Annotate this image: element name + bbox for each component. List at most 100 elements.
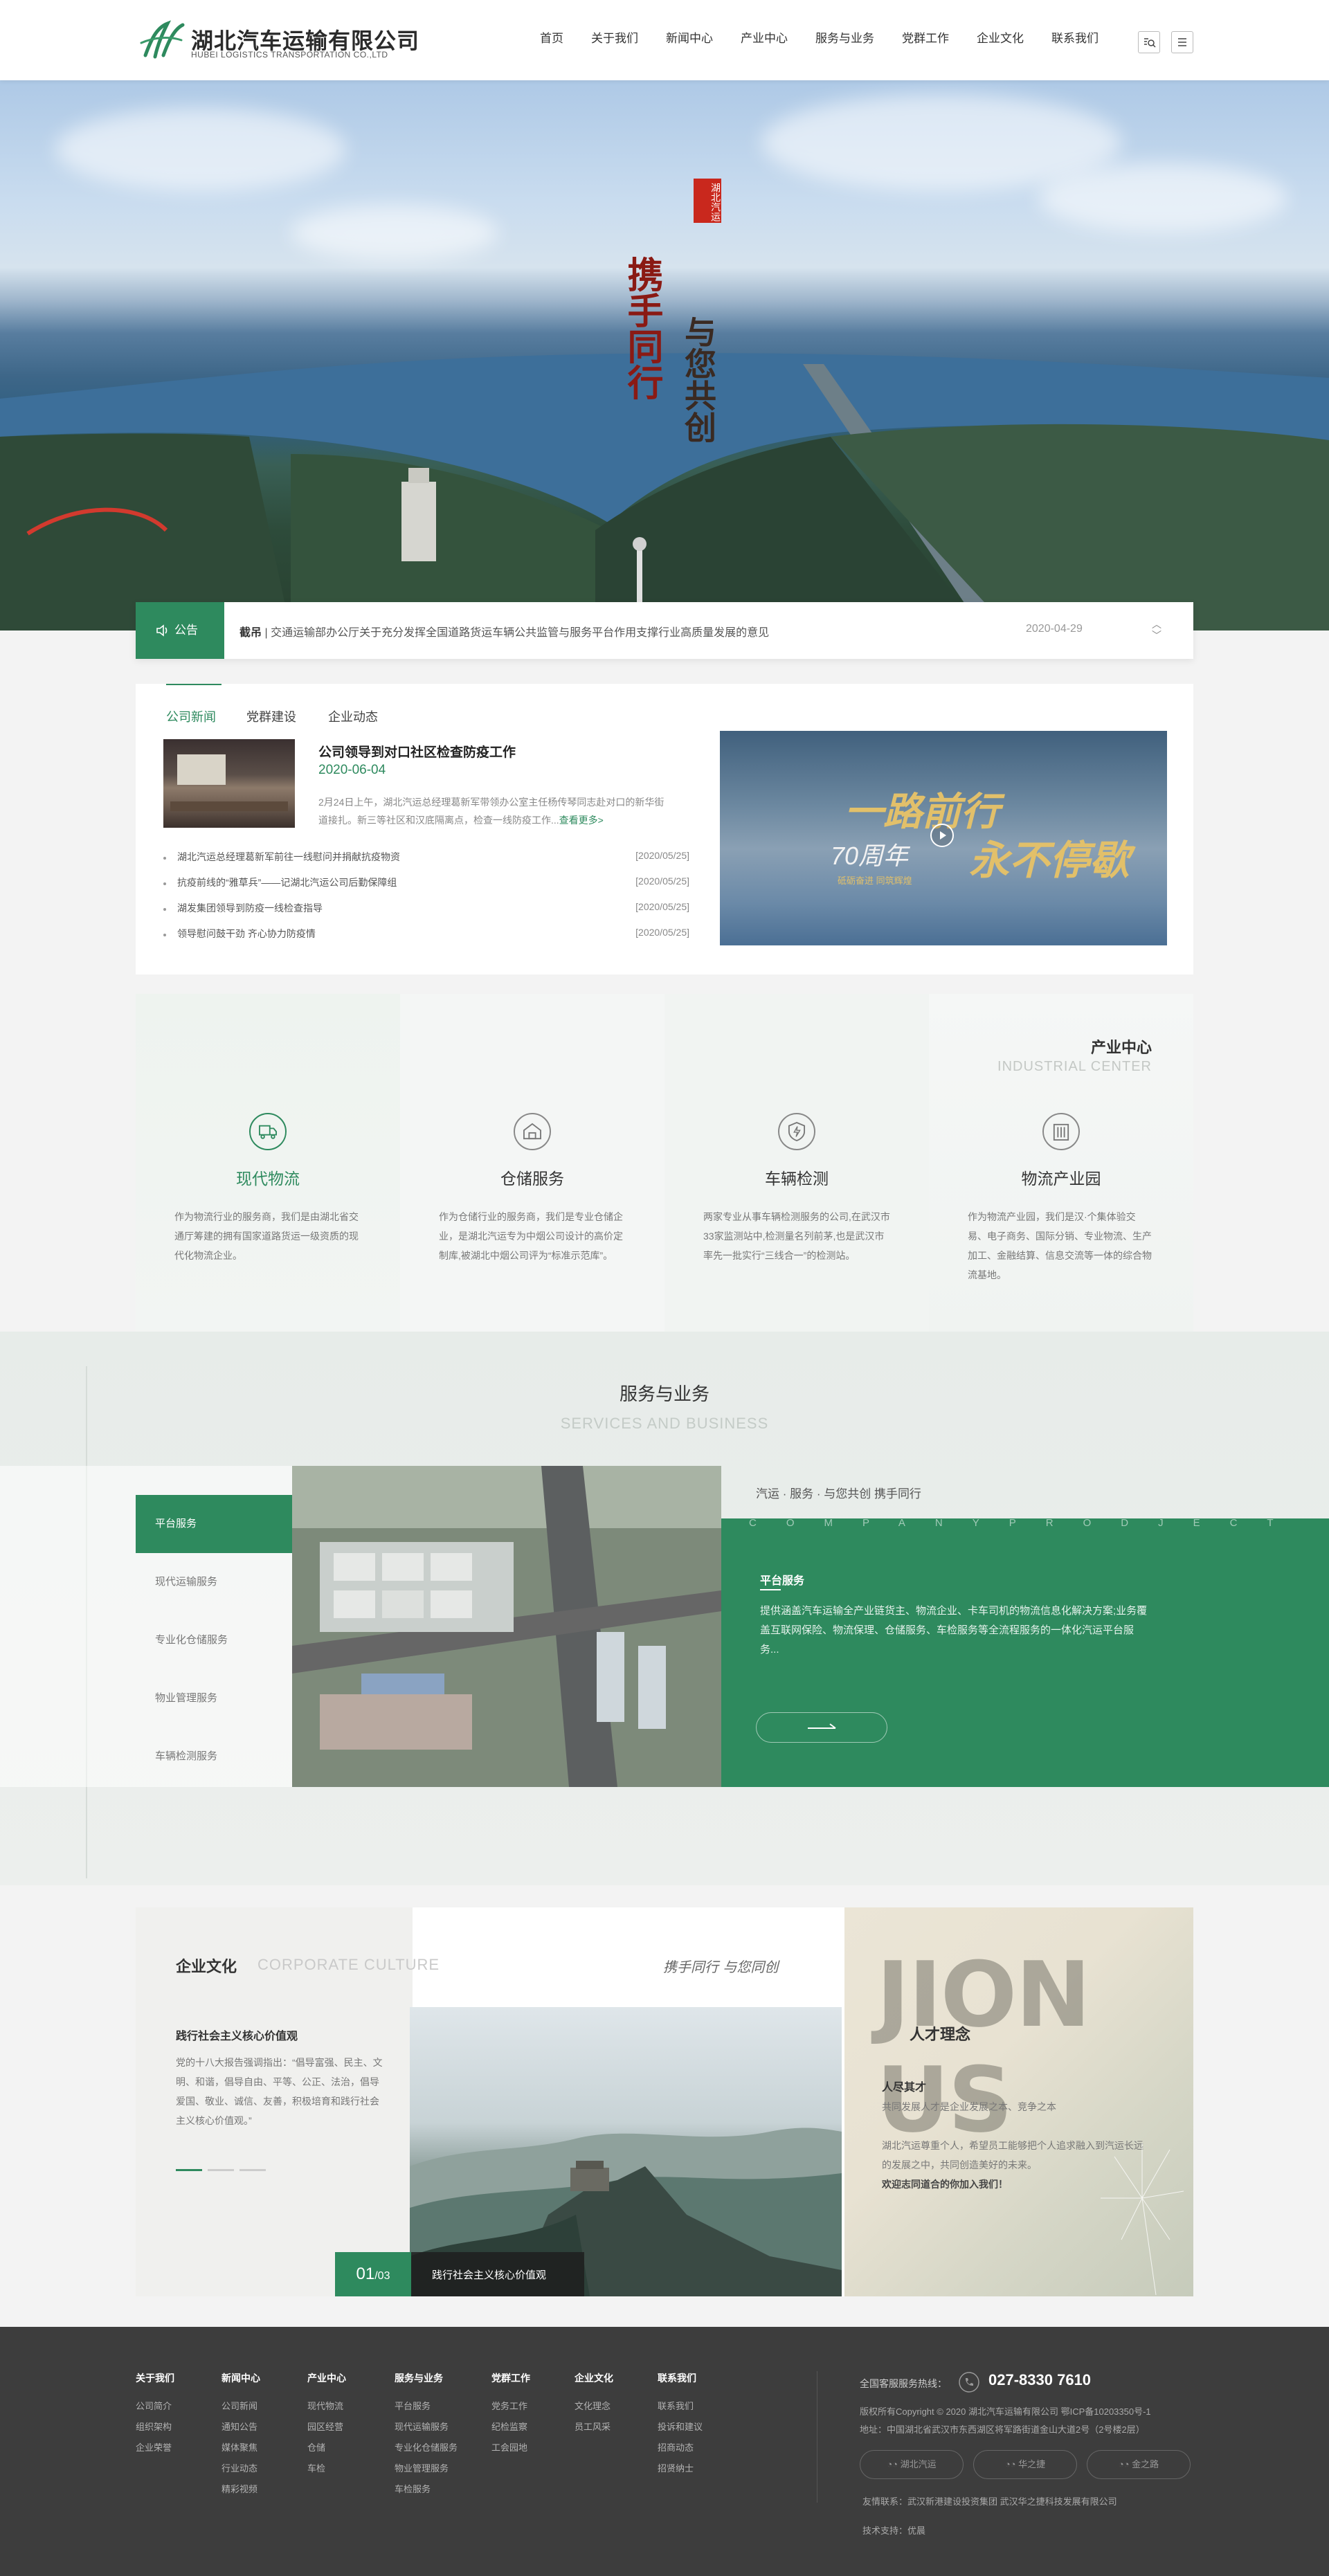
chevron-down-icon[interactable]: ﹀ [1152,630,1161,641]
tab-indicator [166,684,222,685]
menu-button[interactable] [1171,31,1193,53]
footer-link[interactable]: 公司新闻 [222,2396,260,2417]
nav-home[interactable]: 首页 [540,30,563,47]
footer-link[interactable]: 现代运输服务 [395,2417,458,2438]
footer-link[interactable]: 车检 [307,2458,346,2479]
footer-link[interactable]: 仓储 [307,2438,346,2458]
footer-link[interactable]: 投诉和建议 [658,2417,703,2438]
notice-label: 公告 [136,602,224,659]
footer-link[interactable]: 现代物流 [307,2396,346,2417]
social-wechat-button[interactable]: ◔◔ 湖北汽运 [860,2450,964,2479]
search-button[interactable] [1138,31,1160,53]
warehouse-icon [514,1113,551,1150]
footer-link[interactable]: 媒体聚焦 [222,2438,260,2458]
chevron-up-icon[interactable]: ︿ [1152,619,1161,630]
culture-caption: 践行社会主义核心价值观 [432,2269,547,2281]
social-wechat-button[interactable]: ◔◔ 金之路 [1087,2450,1191,2479]
footer-link[interactable]: 工会园地 [491,2438,530,2458]
footer-link[interactable]: 纪检监察 [491,2417,530,2438]
footer-heading[interactable]: 关于我们 [136,2371,174,2385]
notice-text[interactable]: 截吊 | 交通运输部办公厅关于充分发挥全国道路货运车辆公共监管与服务平台作用支撑… [239,623,769,640]
industry-card[interactable]: 产业中心 INDUSTRIAL CENTER 物流产业园 作为物流产业园，我们是… [929,994,1193,1332]
culture-title-en: CORPORATE CULTURE [257,1956,440,1973]
footer-link[interactable]: 行业动态 [222,2458,260,2479]
footer-column-party: 党群工作 党务工作 纪检监察 工会园地 [491,2371,530,2458]
industry-card[interactable]: 车辆检测 两家专业从事车辆检测服务的公司,在武汉市33家监测站中,检测量名列前茅… [664,994,929,1332]
services-panel: 平台服务 现代运输服务 专业化仓储服务 物业管理服务 车辆检测服务 汽运 · 服… [0,1466,1329,1787]
news-list: 湖北汽运总经理葛新军前往一线慰问并捐献抗疫物资 [2020/05/25] 抗疫前线… [163,850,689,952]
hotline-label: 全国客服服务热线： [860,2378,947,2389]
footer-link[interactable]: 公司简介 [136,2396,174,2417]
footer-link[interactable]: 员工风采 [575,2417,613,2438]
footer-link[interactable]: 文化理念 [575,2396,613,2417]
service-menu-item-platform[interactable]: 平台服务 [136,1495,318,1553]
service-menu-item-transport[interactable]: 现代运输服务 [136,1553,318,1611]
footer-link[interactable]: 专业化仓储服务 [395,2438,458,2458]
nav-about[interactable]: 关于我们 [591,30,638,47]
talent-subtitle: 人尽其才 [882,2082,927,2094]
tab-enterprise-news[interactable]: 企业动态 [328,707,378,725]
footer-link[interactable]: 联系我们 [658,2396,703,2417]
footer-heading[interactable]: 新闻中心 [222,2371,260,2385]
footer-link[interactable]: 招贤纳士 [658,2458,703,2479]
footer-heading[interactable]: 企业文化 [575,2371,613,2385]
culture-slide-counter: 01/03 [335,2252,411,2296]
culture-slide-dot[interactable] [239,2169,266,2171]
culture-subtitle: 践行社会主义核心价值观 [176,2031,298,2042]
hotline-number[interactable]: 027-8330 7610 [988,2371,1091,2389]
footer-link[interactable]: 招商动态 [658,2438,703,2458]
footer-link[interactable]: 精彩视频 [222,2479,260,2500]
news-featured-title[interactable]: 公司领导到对口社区检查防疫工作 [318,742,516,761]
industry-card[interactable]: 仓储服务 作为仓储行业的服务商，我们是专业仓储企业，是湖北汽运专为中烟公司设计的… [400,994,664,1332]
wechat-icon: ◔◔ [887,2459,901,2469]
site-header: 湖北汽车运输有限公司 HUBEI LOGISTICS TRANSPORTATIO… [0,0,1329,80]
service-menu-item-warehouse[interactable]: 专业化仓储服务 [136,1611,318,1669]
footer-link[interactable]: 物业管理服务 [395,2458,458,2479]
nav-party[interactable]: 党群工作 [902,30,949,47]
nav-culture[interactable]: 企业文化 [977,30,1024,47]
play-icon[interactable] [930,824,954,847]
industry-card[interactable]: 现代物流 作为物流行业的服务商，我们是由湖北省交通厅筹建的拥有国家道路货运一级资… [136,994,400,1332]
talent-subtitle-2: 共同发展人才是企业发展之本、竞争之本 [882,2101,1056,2112]
footer-link[interactable]: 党务工作 [491,2396,530,2417]
nav-contact[interactable]: 联系我们 [1051,30,1099,47]
footer-heading[interactable]: 服务与业务 [395,2371,458,2385]
nav-industry[interactable]: 产业中心 [741,30,788,47]
footer-link[interactable]: 通知公告 [222,2417,260,2438]
news-list-item[interactable]: 抗疫前线的“雅草兵”——记湖北汽运公司后勤保障组 [2020/05/25] [163,876,689,901]
footer-link[interactable]: 组织架构 [136,2417,174,2438]
news-featured-image[interactable] [163,739,295,828]
tab-party-building[interactable]: 党群建设 [246,707,296,725]
video-thumbnail[interactable]: 一路前行 70周年 永不停歇 砥砺奋进 同筑辉煌 [720,731,1167,945]
dandelion-decoration [1101,2143,1184,2295]
industry-heading: 产业中心 [1090,1039,1152,1056]
footer-heading[interactable]: 联系我们 [658,2371,703,2385]
tab-company-news[interactable]: 公司新闻 [166,707,216,725]
industry-desc: 作为物流行业的服务商，我们是由湖北省交通厅筹建的拥有国家道路货运一级资质的现代化… [174,1211,359,1261]
read-more-link[interactable]: 查看更多> [559,815,604,826]
news-list-item[interactable]: 湖北汽运总经理葛新军前往一线慰问并捐献抗疫物资 [2020/05/25] [163,850,689,876]
footer-link[interactable]: 企业荣誉 [136,2438,174,2458]
footer-link[interactable]: 平台服务 [395,2396,458,2417]
phone-icon [959,2372,979,2393]
culture-slide-dot-active[interactable] [176,2169,202,2171]
banner-seal: 湖北汽运 [694,179,721,223]
culture-slide-dot[interactable] [208,2169,234,2171]
service-menu-item-inspection[interactable]: 车辆检测服务 [136,1727,318,1786]
news-list-item[interactable]: 湖发集团领导到防疫一线检查指导 [2020/05/25] [163,901,689,927]
industry-desc: 作为物流产业园，我们是汉·个集体验交易、电子商务、国际分销、专业物流、生产加工、… [968,1211,1152,1280]
social-wechat-button[interactable]: ◔◔ 华之捷 [973,2450,1077,2479]
footer-heading[interactable]: 党群工作 [491,2371,530,2385]
logo-icon[interactable] [136,19,186,62]
arrow-right-icon [808,1723,836,1729]
services-more-button[interactable] [756,1712,887,1743]
news-list-item[interactable]: 领导慰问鼓干劲 齐心协力防疫情 [2020/05/25] [163,927,689,952]
nav-news[interactable]: 新闻中心 [666,30,713,47]
notice-arrows[interactable]: ︿ ﹀ [1152,619,1161,641]
footer-heading[interactable]: 产业中心 [307,2371,346,2385]
footer-link[interactable]: 车检服务 [395,2479,458,2500]
footer-link[interactable]: 园区经营 [307,2417,346,2438]
footer-friend-links[interactable]: 友情联系：武汉新港建设投资集团 武汉华之捷科技发展有限公司 [862,2494,1117,2507]
service-menu-item-property[interactable]: 物业管理服务 [136,1669,318,1727]
nav-services[interactable]: 服务与业务 [815,30,874,47]
